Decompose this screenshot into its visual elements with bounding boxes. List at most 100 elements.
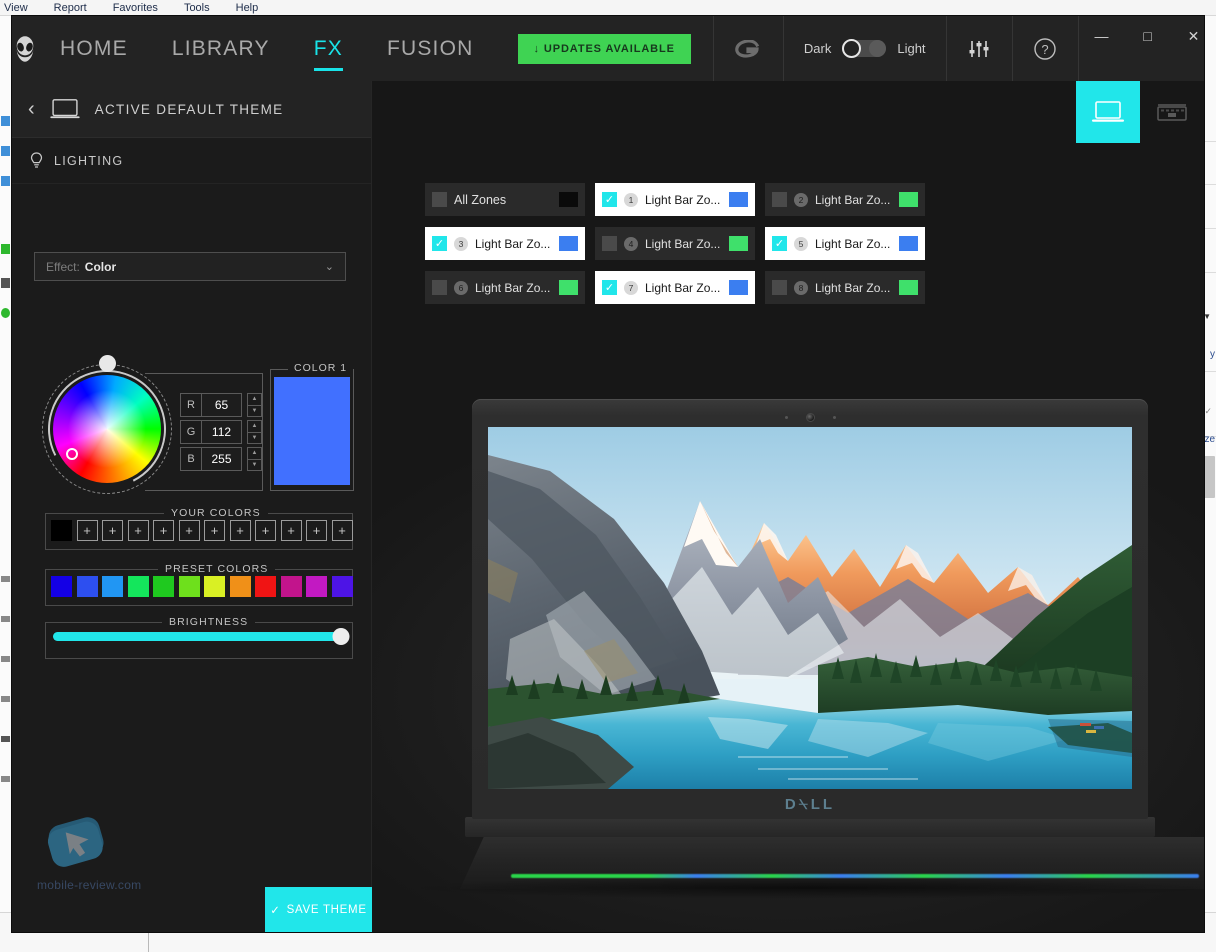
preset-color-swatch[interactable]: [178, 576, 200, 597]
bg-chip: [1, 656, 10, 662]
zone-row-5[interactable]: ✓ 5 Light Bar Zo...: [765, 227, 925, 260]
zone-color-swatch[interactable]: [559, 192, 578, 207]
zone-row-1[interactable]: ✓ 1 Light Bar Zo...: [595, 183, 755, 216]
zone-checkbox[interactable]: ✓: [602, 236, 617, 251]
nav-tab-library[interactable]: LIBRARY: [150, 16, 292, 81]
back-chevron-icon[interactable]: ‹: [28, 99, 35, 119]
bg-menu-report[interactable]: Report: [54, 2, 87, 14]
dark-light-toggle[interactable]: [842, 39, 887, 58]
add-color-slot[interactable]: +: [102, 520, 123, 541]
add-color-slot[interactable]: +: [229, 520, 251, 541]
green-input[interactable]: [202, 420, 242, 444]
color-wheel-handle[interactable]: [99, 355, 116, 372]
preset-color-swatch[interactable]: [229, 576, 251, 597]
tab-keyboard-view[interactable]: [1140, 81, 1204, 143]
cursor-arrow-icon: [47, 817, 104, 867]
preset-color-swatch[interactable]: [127, 576, 149, 597]
g-series-logo-cell[interactable]: [712, 16, 783, 81]
add-color-slot[interactable]: +: [204, 520, 225, 541]
save-theme-button[interactable]: ✓ SAVE THEME: [265, 887, 372, 932]
color-wheel[interactable]: [32, 354, 182, 504]
zone-color-swatch[interactable]: [899, 192, 918, 207]
zone-color-swatch[interactable]: [729, 280, 748, 295]
add-color-slot[interactable]: +: [127, 520, 149, 541]
bg-menu-view[interactable]: View: [4, 2, 28, 14]
laptop-hinge: [465, 817, 1155, 837]
zone-checkbox[interactable]: ✓: [772, 280, 787, 295]
red-stepper[interactable]: ▲ ▼: [247, 393, 262, 417]
laptop-lid: D⍀LL: [472, 399, 1148, 819]
nav-tab-fusion[interactable]: FUSION: [365, 16, 496, 81]
laptop-preview: D⍀LL: [400, 399, 1204, 899]
nav-tab-home[interactable]: HOME: [38, 16, 150, 81]
lighting-section-header[interactable]: LIGHTING: [12, 138, 371, 184]
zone-color-swatch[interactable]: [559, 236, 578, 251]
zone-row-2[interactable]: ✓ 2 Light Bar Zo...: [765, 183, 925, 216]
color-wheel-cursor[interactable]: [66, 448, 78, 460]
zone-checkbox[interactable]: ✓: [432, 280, 447, 295]
updates-available-button[interactable]: ↓ UPDATES AVAILABLE: [517, 33, 691, 64]
zone-color-swatch[interactable]: [729, 192, 748, 207]
add-color-slot[interactable]: +: [306, 520, 327, 541]
add-color-slot[interactable]: +: [331, 520, 353, 541]
bg-menu-favorites[interactable]: Favorites: [113, 2, 158, 14]
zone-row-4[interactable]: ✓ 4 Light Bar Zo...: [595, 227, 755, 260]
zone-color-swatch[interactable]: [559, 280, 578, 295]
help-button[interactable]: ?: [1011, 16, 1078, 81]
bg-menu-help[interactable]: Help: [236, 2, 259, 14]
color1-swatch[interactable]: [274, 377, 350, 485]
bg-side-text-2: ze: [1204, 434, 1215, 445]
zone-row-7[interactable]: ✓ 7 Light Bar Zo...: [595, 271, 755, 304]
add-color-slot[interactable]: +: [255, 520, 276, 541]
preset-color-swatch[interactable]: [76, 576, 98, 597]
preset-color-swatch[interactable]: [51, 576, 72, 597]
nav-tab-fx[interactable]: FX: [292, 16, 365, 81]
zone-number-badge: 5: [794, 236, 808, 251]
add-color-slot[interactable]: +: [178, 520, 200, 541]
zone-row-6[interactable]: ✓ 6 Light Bar Zo...: [425, 271, 585, 304]
add-color-slot[interactable]: +: [153, 520, 174, 541]
zone-checkbox[interactable]: ✓: [602, 280, 617, 295]
minimize-button[interactable]: —: [1079, 16, 1125, 56]
preset-color-swatch[interactable]: [306, 576, 327, 597]
color-wheel-disc[interactable]: [53, 375, 161, 483]
settings-button[interactable]: [945, 16, 1012, 81]
blue-input[interactable]: [202, 447, 242, 471]
preset-color-swatch[interactable]: [204, 576, 225, 597]
preset-color-swatch[interactable]: [280, 576, 302, 597]
brightness-knob[interactable]: [332, 628, 350, 645]
green-stepper[interactable]: ▲ ▼: [247, 420, 262, 444]
zone-checkbox[interactable]: ✓: [772, 236, 787, 251]
zone-label: Light Bar Zo...: [815, 280, 891, 295]
toggle-knob[interactable]: [842, 39, 862, 58]
zone-checkbox[interactable]: ✓: [772, 192, 787, 207]
zone-row-8[interactable]: ✓ 8 Light Bar Zo...: [765, 271, 925, 304]
preset-color-swatch[interactable]: [153, 576, 174, 597]
maximize-button[interactable]: □: [1125, 16, 1171, 56]
watermark-text: mobile-review.com: [37, 878, 142, 892]
blue-stepper[interactable]: ▲ ▼: [247, 447, 262, 471]
bg-menu-tools[interactable]: Tools: [184, 2, 210, 14]
preset-color-swatch[interactable]: [255, 576, 276, 597]
zone-color-swatch[interactable]: [899, 280, 918, 295]
zone-checkbox[interactable]: ✓: [432, 192, 447, 207]
your-colors-legend: YOUR COLORS: [164, 507, 268, 519]
zone-checkbox[interactable]: ✓: [602, 192, 617, 207]
preset-color-swatch[interactable]: [102, 576, 123, 597]
add-color-slot[interactable]: +: [280, 520, 302, 541]
zone-color-swatch[interactable]: [899, 236, 918, 251]
red-input[interactable]: [202, 393, 242, 417]
brightness-slider[interactable]: [53, 628, 350, 645]
tab-laptop-view[interactable]: [1076, 81, 1140, 143]
zone-color-swatch[interactable]: [729, 236, 748, 251]
zone-number-badge: 1: [624, 192, 638, 207]
zone-checkbox[interactable]: ✓: [432, 236, 447, 251]
zone-row-3[interactable]: ✓ 3 Light Bar Zo...: [425, 227, 585, 260]
user-color-swatch[interactable]: [51, 520, 72, 541]
effect-dropdown[interactable]: Effect: Color ⌄: [34, 252, 346, 281]
add-color-slot[interactable]: +: [76, 520, 98, 541]
zone-row-all-zones[interactable]: ✓ All Zones: [425, 183, 585, 216]
preset-color-swatch[interactable]: [331, 576, 353, 597]
close-button[interactable]: ✕: [1171, 16, 1204, 56]
zone-selector-grid: ✓ All Zones ✓ 1 Light Bar Zo... ✓ 2 Light Bar Z…: [425, 183, 930, 304]
